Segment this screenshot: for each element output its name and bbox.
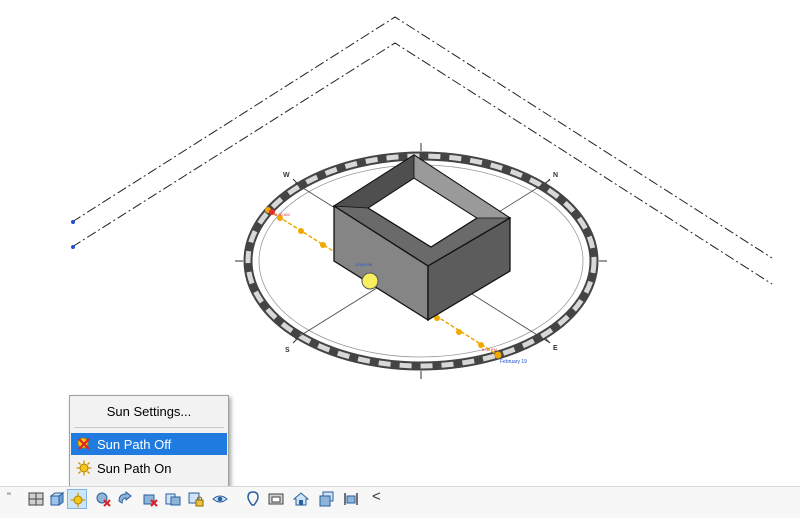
sun-path-menu: Sun Settings... Sun Path Off Sun Path On <box>69 395 229 487</box>
crop-view-button[interactable] <box>140 489 160 509</box>
reveal-hidden-icon <box>247 491 259 506</box>
visual-style-icon <box>49 492 65 506</box>
temporary-hide-icon <box>212 495 228 503</box>
highlight-displacement-icon <box>344 493 358 505</box>
menu-item-sun-settings[interactable]: Sun Settings... <box>71 400 227 422</box>
toolbar-grip[interactable]: " <box>7 491 11 503</box>
analytical-model-icon <box>319 491 334 507</box>
detail-level-button[interactable] <box>26 489 46 509</box>
menu-item-label: Sun Path On <box>97 460 172 476</box>
sun-icon[interactable] <box>361 272 379 290</box>
temporary-view-properties-button[interactable] <box>266 489 286 509</box>
sun-path-off-icon <box>76 436 92 452</box>
property-line-tags <box>71 220 75 249</box>
sunrise-time-label: 6:00 AM <box>275 212 290 217</box>
menu-item-label: Sun Settings... <box>106 403 192 419</box>
worksharing-display-icon <box>293 492 309 506</box>
visual-style-button[interactable] <box>47 489 67 509</box>
worksharing-display-button[interactable] <box>291 489 311 509</box>
highlight-displacement-button[interactable] <box>341 489 361 509</box>
current-time-label: 12:00 PM <box>355 262 372 267</box>
chevron-left-icon[interactable]: < <box>372 488 381 505</box>
menu-item-sun-path-on[interactable]: Sun Path On <box>71 457 227 479</box>
menu-item-sun-path-off[interactable]: Sun Path Off <box>71 433 227 455</box>
lock-3d-view-button[interactable] <box>186 489 206 509</box>
compass-north-label: N <box>553 172 558 179</box>
analytical-model-button[interactable] <box>317 489 337 509</box>
temporary-hide-button[interactable] <box>210 489 230 509</box>
shadows-icon <box>96 492 111 507</box>
crop-view-icon <box>143 494 158 507</box>
compass-south-label: S <box>285 347 290 354</box>
show-crop-region-icon <box>165 493 181 506</box>
menu-separator <box>74 427 224 428</box>
temporary-view-properties-icon <box>268 493 284 505</box>
sun-path-button[interactable] <box>67 489 87 509</box>
sun-path-icon <box>70 492 86 508</box>
sun-date-label: February 19 <box>500 359 527 365</box>
reveal-hidden-button[interactable] <box>243 489 263 509</box>
compass-west-label: W <box>283 172 290 179</box>
building-mass[interactable] <box>332 154 512 322</box>
rendering-button[interactable] <box>115 489 135 509</box>
menu-item-label: Sun Path Off <box>97 436 172 452</box>
view-control-bar: " < <box>0 486 800 518</box>
sun-path-on-icon <box>76 460 92 476</box>
sunset-time-label: 6:00 PM <box>482 347 497 352</box>
show-crop-region-button[interactable] <box>163 489 183 509</box>
shadows-button[interactable] <box>93 489 113 509</box>
rendering-icon <box>118 491 132 504</box>
compass-east-label: E <box>553 345 558 352</box>
detail-level-icon <box>28 492 44 506</box>
lock-3d-view-icon <box>188 492 204 507</box>
